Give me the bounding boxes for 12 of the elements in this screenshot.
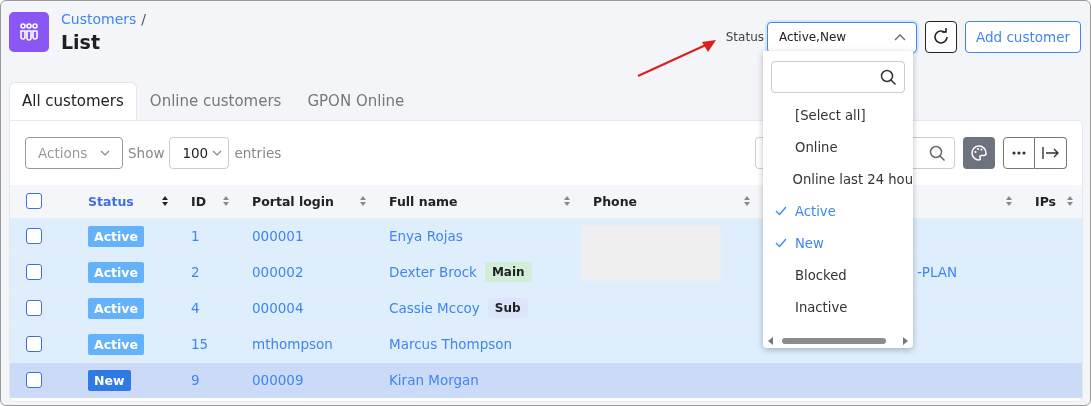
breadcrumb-separator: / <box>141 11 147 27</box>
entries-label: entries <box>234 145 282 161</box>
status-badge: Active <box>88 333 144 355</box>
page-title: List <box>61 31 101 53</box>
show-label: Show <box>128 145 165 161</box>
customer-tag: Main <box>484 262 532 282</box>
status-badge: Active <box>88 297 144 319</box>
status-label: Status <box>725 30 764 44</box>
status-badge: New <box>88 369 131 391</box>
status-badge: Active <box>88 225 144 247</box>
status-badge: Active <box>88 261 144 283</box>
customer-tag: Sub <box>487 298 528 318</box>
